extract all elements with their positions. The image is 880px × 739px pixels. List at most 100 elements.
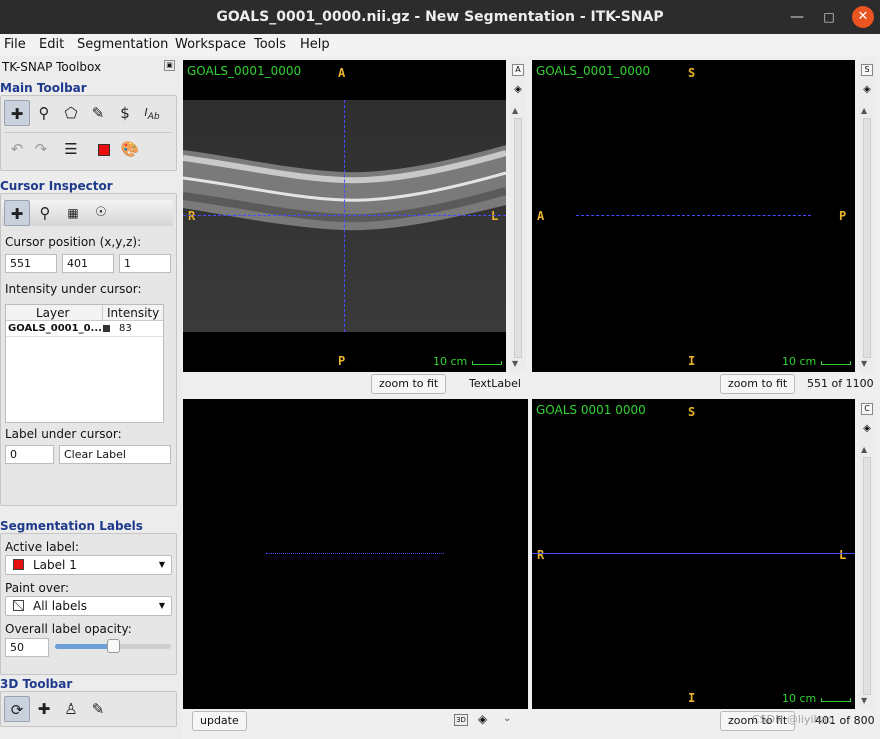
camera-icon[interactable]: ◈ (861, 85, 873, 97)
axial-slice-scrollbar[interactable] (514, 118, 522, 358)
crosshair-horizontal (576, 215, 811, 216)
toolbar-3d-title: 3D Toolbar (0, 677, 73, 691)
coronal-slice-scrollbar[interactable] (863, 457, 871, 695)
opacity-handle[interactable] (107, 639, 120, 653)
cursor-y-field[interactable]: 401 (62, 254, 114, 273)
sagittal-layout-button[interactable]: S (861, 64, 873, 76)
cursor-tab-icon[interactable]: ✚ (4, 200, 30, 226)
undo-icon[interactable]: ↶ (4, 136, 30, 162)
coronal-orientation-top: S (688, 405, 696, 419)
scroll-down-icon[interactable]: ▼ (861, 696, 867, 705)
annotation-tool-icon[interactable]: IAb (139, 100, 165, 126)
snake-tool-icon[interactable]: $ (112, 100, 138, 126)
3d-cursor-line (266, 553, 444, 554)
coronal-side-controls: C ◈ ▲ ▼ (859, 399, 875, 709)
minimize-icon[interactable]: — (786, 6, 808, 28)
zoom-tab-icon[interactable]: ⚲ (32, 200, 58, 226)
chevron-down-icon: ▼ (158, 601, 165, 610)
sagittal-side-controls: S ◈ ▲ ▼ (859, 60, 875, 372)
sagittal-image-name: GOALS_0001_0000 (536, 64, 651, 78)
coronal-orientation-bottom: I (688, 691, 696, 705)
sagittal-orientation-bottom: I (688, 354, 696, 368)
scroll-up-icon[interactable]: ▲ (861, 106, 867, 115)
axial-scale-bar (472, 361, 502, 365)
scalpel-3d-icon[interactable]: ✎ (85, 696, 111, 722)
cursor-z-field[interactable]: 1 (119, 254, 171, 273)
intensity-label: Intensity under cursor: (5, 282, 142, 296)
axial-zoom-to-fit-button[interactable]: zoom to fit (371, 374, 447, 394)
label-color-icon[interactable] (91, 136, 117, 162)
paint-over-swatch (13, 600, 24, 611)
title-bar: GOALS_0001_0000.nii.gz - New Segmentatio… (0, 0, 880, 34)
axial-orientation-left: R (188, 209, 196, 223)
zoom-tool-icon[interactable]: ⚲ (31, 100, 57, 126)
axial-layout-button[interactable]: A (512, 64, 524, 76)
layers-icon[interactable]: ☰ (58, 136, 84, 162)
close-icon[interactable]: ✕ (852, 6, 874, 28)
redo-icon[interactable]: ↷ (28, 136, 54, 162)
sagittal-slice-scrollbar[interactable] (863, 118, 871, 358)
menu-file[interactable]: File (4, 37, 26, 52)
camera-icon[interactable]: ◈ (478, 712, 487, 726)
toolbox-panel: TK-SNAP Toolbox ▣ Main Toolbar ✚ ⚲ ⬠ ✎ $… (0, 56, 182, 739)
segmentation-labels-panel: Active label: Label 1 ▼ Paint over: All … (0, 533, 177, 675)
palette-icon[interactable]: 🎨 (117, 136, 143, 162)
menu-segmentation[interactable]: Segmentation (77, 37, 168, 52)
cursor-inspector: ✚ ⚲ ▦ ☉ Cursor position (x,y,z): 551 401… (0, 193, 177, 506)
axial-orientation-top: A (338, 66, 346, 80)
scroll-down-icon[interactable]: ▼ (512, 359, 518, 368)
rotate-3d-icon[interactable]: ⟳ (4, 696, 30, 722)
toolbox-title: TK-SNAP Toolbox (2, 60, 102, 74)
camera-icon[interactable]: ◈ (512, 85, 524, 97)
axial-scale-label: 10 cm (433, 355, 468, 368)
active-label-select[interactable]: Label 1 ▼ (5, 555, 172, 575)
paintbrush-tool-icon[interactable]: ✎ (85, 100, 111, 126)
sagittal-viewport[interactable]: GOALS_0001_0000 S I A P 10 cm (532, 60, 855, 372)
label-name-field[interactable]: Clear Label (59, 445, 171, 464)
crosshair-vertical (344, 100, 345, 332)
sync-tab-icon[interactable]: ☉ (88, 200, 114, 226)
menu-help[interactable]: Help (300, 37, 330, 52)
table-row[interactable]: GOALS_0001_0... 83 (6, 321, 163, 337)
axial-text-label: TextLabel (469, 377, 521, 390)
grid-tab-icon[interactable]: ▦ (60, 200, 86, 226)
opacity-caption: Overall label opacity: (5, 622, 132, 636)
maximize-icon[interactable]: □ (818, 6, 840, 28)
scroll-up-icon[interactable]: ▲ (512, 106, 518, 115)
window-title: GOALS_0001_0000.nii.gz - New Segmentatio… (216, 9, 664, 25)
3d-viewport[interactable] (183, 399, 528, 709)
opacity-slider[interactable] (55, 639, 171, 653)
scroll-down-icon[interactable]: ▼ (861, 359, 867, 368)
menu-edit[interactable]: Edit (39, 37, 64, 52)
axial-orientation-right: L (491, 209, 499, 223)
polygon-tool-icon[interactable]: ⬠ (58, 100, 84, 126)
header-intensity: Intensity (107, 306, 160, 320)
opacity-fill (55, 644, 113, 649)
sagittal-orientation-top: S (688, 66, 696, 80)
chevron-down-icon[interactable]: ⌄ (503, 713, 511, 724)
label-id-field[interactable]: 0 (5, 445, 54, 464)
opacity-field[interactable]: 50 (5, 638, 49, 657)
menu-bar: File Edit Segmentation Workspace Tools H… (0, 34, 880, 56)
coronal-scale-bar (821, 698, 851, 702)
scroll-up-icon[interactable]: ▲ (861, 445, 867, 454)
crosshair-3d-icon[interactable]: ✚ (31, 696, 57, 722)
axial-image-name: GOALS_0001_0000 (187, 64, 302, 78)
undock-icon[interactable]: ▣ (164, 60, 175, 71)
label-under-cursor-caption: Label under cursor: (5, 427, 122, 441)
menu-tools[interactable]: Tools (254, 37, 286, 52)
camera-icon[interactable]: ◈ (861, 424, 873, 436)
cursor-position-label: Cursor position (x,y,z): (5, 235, 142, 249)
3d-view-icon[interactable]: 3D (454, 714, 468, 726)
paint-over-select[interactable]: All labels ▼ (5, 596, 172, 616)
menu-workspace[interactable]: Workspace (175, 37, 246, 52)
coronal-layout-button[interactable]: C (861, 403, 873, 415)
3d-update-button[interactable]: update (192, 711, 247, 731)
spray-3d-icon[interactable]: ♙ (58, 696, 84, 722)
sagittal-zoom-to-fit-button[interactable]: zoom to fit (720, 374, 796, 394)
axial-viewport[interactable]: GOALS_0001_0000 A P R L 10 cm (183, 60, 506, 372)
crosshair-tool-icon[interactable]: ✚ (4, 100, 30, 126)
coronal-viewport[interactable]: GOALS 0001 0000 S I R L 10 cm (532, 399, 855, 709)
table-header: Layer Intensity (6, 305, 163, 321)
cursor-x-field[interactable]: 551 (5, 254, 57, 273)
